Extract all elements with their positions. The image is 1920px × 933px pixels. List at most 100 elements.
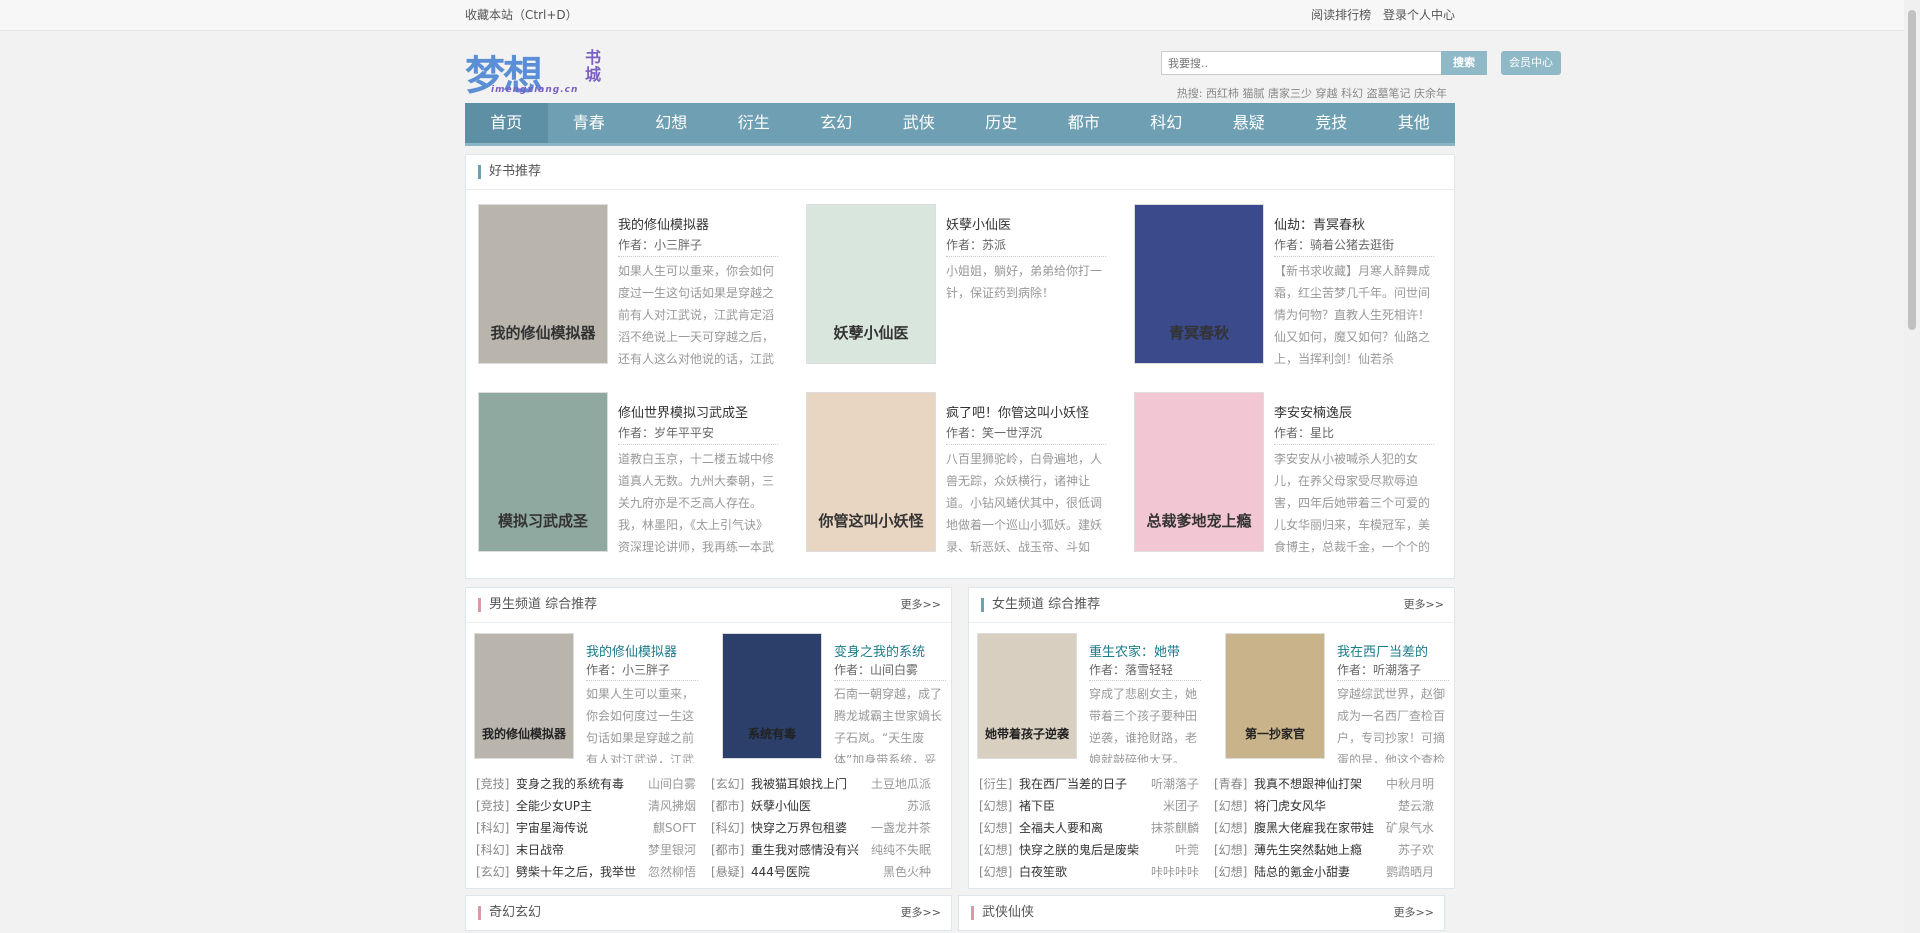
book-cover[interactable]: 她带着孩子逆袭 — [977, 633, 1077, 759]
list-book-title[interactable]: 重生我对感情没有兴 — [751, 839, 881, 861]
list-category[interactable]: [幻想] — [979, 861, 1019, 883]
book-card[interactable]: 你管这叫小妖怪 疯了吧！你管这叫小妖怪 作者：笑一世浮沉 八百里狮驼岭，白骨遍地… — [806, 390, 1134, 578]
list-item[interactable]: [科幻] 宇宙星海传说 麒SOFT — [476, 817, 706, 839]
list-category[interactable]: [都市] — [711, 795, 751, 817]
list-category[interactable]: [幻想] — [979, 839, 1019, 861]
book-title[interactable]: 我的修仙模拟器 — [586, 641, 677, 660]
nav-item[interactable]: 玄幻 — [795, 103, 878, 143]
nav-item[interactable]: 历史 — [960, 103, 1043, 143]
list-book-title[interactable]: 快穿之朕的鬼后是废柴 — [1019, 839, 1149, 861]
hot-item[interactable]: 盗墓笔记 — [1367, 87, 1411, 100]
list-category[interactable]: [幻想] — [1214, 861, 1254, 883]
list-item[interactable]: [幻想] 陆总的氪金小甜妻 鹦鹉晒月 — [1214, 861, 1444, 883]
book-cover[interactable]: 总裁爹地宠上瘾 — [1134, 392, 1264, 552]
book-title[interactable]: 重生农家：她带 — [1089, 641, 1180, 660]
list-book-title[interactable]: 褚下臣 — [1019, 795, 1149, 817]
book-cover[interactable]: 妖孽小仙医 — [806, 204, 936, 364]
list-item[interactable]: [都市] 妖孽小仙医 苏派 — [711, 795, 941, 817]
list-item[interactable]: [幻想] 将门虎女风华 楚云澈 — [1214, 795, 1444, 817]
list-category[interactable]: [科幻] — [476, 817, 516, 839]
list-item[interactable]: [幻想] 快穿之朕的鬼后是废柴 叶莞 — [979, 839, 1209, 861]
list-category[interactable]: [科幻] — [711, 817, 751, 839]
list-category[interactable]: [幻想] — [1214, 795, 1254, 817]
list-item[interactable]: [衍生] 我在西厂当差的日子 听潮落子 — [979, 773, 1209, 795]
book-title[interactable]: 妖孽小仙医 — [946, 214, 1011, 233]
ranking-link[interactable]: 阅读排行榜 — [1311, 8, 1371, 22]
list-category[interactable]: [幻想] — [1214, 817, 1254, 839]
list-item[interactable]: [悬疑] 444号医院 黑色火种 — [711, 861, 941, 883]
fantasy-more-link[interactable]: 更多>> — [901, 896, 941, 930]
bookmark-link[interactable]: 收藏本站（Ctrl+D） — [465, 8, 578, 22]
list-category[interactable]: [科幻] — [476, 839, 516, 861]
nav-item[interactable]: 衍生 — [713, 103, 796, 143]
book-title[interactable]: 我在西厂当差的 — [1337, 641, 1428, 660]
book-title[interactable]: 修仙世界模拟习武成圣 — [618, 402, 748, 421]
list-category[interactable]: [幻想] — [979, 795, 1019, 817]
hot-item[interactable]: 庆余年 — [1414, 87, 1447, 100]
book-card[interactable]: 青冥春秋 仙劫：青冥春秋 作者：骑着公猪去逛街 【新书求收藏】月寒人醉舞成霜，红… — [1134, 202, 1462, 390]
nav-item[interactable]: 悬疑 — [1208, 103, 1291, 143]
list-item[interactable]: [青春] 我真不想跟神仙打架 中秋月明 — [1214, 773, 1444, 795]
list-item[interactable]: [幻想] 腹黑大佬雇我在家带娃 矿泉气水 — [1214, 817, 1444, 839]
book-card[interactable]: 模拟习武成圣 修仙世界模拟习武成圣 作者：岁年平平安 道教白玉京，十二楼五城中修… — [478, 390, 806, 578]
book-cover[interactable]: 青冥春秋 — [1134, 204, 1264, 364]
list-item[interactable]: [科幻] 末日战帝 梦里银河 — [476, 839, 706, 861]
list-category[interactable]: [都市] — [711, 839, 751, 861]
nav-item[interactable]: 幻想 — [630, 103, 713, 143]
book-card[interactable]: 总裁爹地宠上瘾 李安安楠逸辰 作者：星比 李安安从小被喊杀人犯的女儿，在养父母家… — [1134, 390, 1462, 578]
list-book-title[interactable]: 我真不想跟神仙打架 — [1254, 773, 1384, 795]
page-scrollbar[interactable] — [1904, 0, 1920, 933]
book-cover[interactable]: 模拟习武成圣 — [478, 392, 608, 552]
book-title[interactable]: 疯了吧！你管这叫小妖怪 — [946, 402, 1089, 421]
list-item[interactable]: [竞技] 全能少女UP主 清风拂烟 — [476, 795, 706, 817]
list-book-title[interactable]: 变身之我的系统有毒 — [516, 773, 646, 795]
list-book-title[interactable]: 我被猫耳娘找上门 — [751, 773, 881, 795]
list-category[interactable]: [竞技] — [476, 795, 516, 817]
list-book-title[interactable]: 将门虎女风华 — [1254, 795, 1384, 817]
scrollbar-thumb[interactable] — [1908, 10, 1916, 330]
hot-item[interactable]: 穿越 — [1316, 87, 1338, 100]
wuxia-more-link[interactable]: 更多>> — [1394, 896, 1434, 930]
list-item[interactable]: [玄幻] 劈柴十年之后，我举世 忽然柳悟 — [476, 861, 706, 883]
list-category[interactable]: [幻想] — [979, 817, 1019, 839]
list-book-title[interactable]: 我在西厂当差的日子 — [1019, 773, 1149, 795]
list-item[interactable]: [幻想] 褚下臣 米团子 — [979, 795, 1209, 817]
list-book-title[interactable]: 薄先生突然黏她上瘾 — [1254, 839, 1384, 861]
site-logo[interactable]: 梦想 书城 imengxiang.cn — [465, 45, 605, 99]
list-item[interactable]: [幻想] 薄先生突然黏她上瘾 苏子欢 — [1214, 839, 1444, 861]
book-cover[interactable]: 我的修仙模拟器 — [474, 633, 574, 759]
list-book-title[interactable]: 妖孽小仙医 — [751, 795, 881, 817]
list-item[interactable]: [都市] 重生我对感情没有兴 纯纯不失眠 — [711, 839, 941, 861]
female-more-link[interactable]: 更多>> — [1404, 588, 1444, 622]
list-book-title[interactable]: 宇宙星海传说 — [516, 817, 646, 839]
list-book-title[interactable]: 陆总的氪金小甜妻 — [1254, 861, 1384, 883]
book-title[interactable]: 变身之我的系统 — [834, 641, 925, 660]
list-item[interactable]: [幻想] 白夜笙歌 咔咔咔咔 — [979, 861, 1209, 883]
book-cover[interactable]: 我的修仙模拟器 — [478, 204, 608, 364]
book-cover[interactable]: 你管这叫小妖怪 — [806, 392, 936, 552]
list-item[interactable]: [幻想] 全福夫人要和离 抹茶麒麟 — [979, 817, 1209, 839]
list-book-title[interactable]: 全福夫人要和离 — [1019, 817, 1149, 839]
list-category[interactable]: [竞技] — [476, 773, 516, 795]
list-book-title[interactable]: 快穿之万界包租婆 — [751, 817, 881, 839]
book-title[interactable]: 我的修仙模拟器 — [618, 214, 709, 233]
list-book-title[interactable]: 白夜笙歌 — [1019, 861, 1149, 883]
hot-item[interactable]: 西红柿 — [1206, 87, 1239, 100]
list-category[interactable]: [玄幻] — [476, 861, 516, 883]
search-button[interactable]: 搜索 — [1441, 51, 1487, 75]
list-book-title[interactable]: 444号医院 — [751, 861, 881, 883]
list-book-title[interactable]: 末日战帝 — [516, 839, 646, 861]
hot-item[interactable]: 猫腻 — [1243, 87, 1265, 100]
list-category[interactable]: [幻想] — [1214, 839, 1254, 861]
search-input[interactable] — [1161, 51, 1445, 75]
book-cover[interactable]: 第一抄家官 — [1225, 633, 1325, 759]
nav-item[interactable]: 武侠 — [878, 103, 961, 143]
male-more-link[interactable]: 更多>> — [901, 588, 941, 622]
book-cover[interactable]: 系统有毒 — [722, 633, 822, 759]
list-book-title[interactable]: 劈柴十年之后，我举世 — [516, 861, 646, 883]
nav-item[interactable]: 青春 — [548, 103, 631, 143]
nav-item[interactable]: 竞技 — [1290, 103, 1373, 143]
list-category[interactable]: [青春] — [1214, 773, 1254, 795]
nav-item[interactable]: 其他 — [1373, 103, 1456, 143]
nav-item[interactable]: 都市 — [1043, 103, 1126, 143]
